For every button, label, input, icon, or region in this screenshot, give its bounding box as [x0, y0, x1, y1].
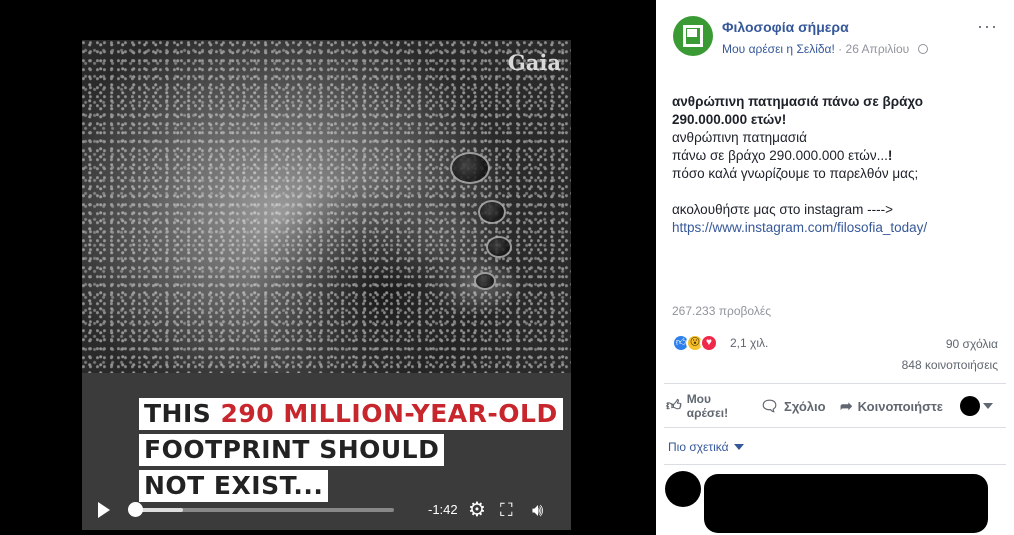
logo-icon-inner — [687, 29, 697, 37]
caption-line-2: FOOTPRINT SHOULD — [139, 434, 445, 466]
like-page-link[interactable]: Μου αρέσει η Σελίδα! — [722, 42, 835, 56]
commenter-avatar — [665, 471, 701, 507]
post-panel: Φιλοσοφία σήμερα Μου αρέσει η Σελίδα! · … — [656, 0, 1014, 535]
instagram-link[interactable]: https://www.instagram.com/filosofia_toda… — [672, 219, 1002, 237]
speech-bubble-icon: 🗨︎ — [760, 398, 780, 415]
divider — [664, 427, 1006, 428]
post-meta: Μου αρέσει η Σελίδα! · 26 Απριλίου — [722, 42, 928, 56]
more-options-icon[interactable]: ··· — [977, 16, 998, 37]
share-arrow-icon: ➦ — [840, 398, 853, 415]
post-body-line-1: ανθρώπινη πατημασιά — [672, 130, 807, 145]
sort-comments-dropdown[interactable]: Πιο σχετικά — [668, 440, 744, 454]
video-player[interactable]: Gaia THIS 290 MILLION-YEAR-OLD FOOTPRINT… — [82, 40, 571, 530]
fullscreen-icon[interactable]: ⛶ — [500, 500, 513, 520]
footprint-toe — [478, 200, 506, 224]
post-date[interactable]: 26 Απριλίου — [846, 42, 910, 56]
like-button[interactable]: 👍︎ Μου αρέσει! — [666, 392, 737, 420]
comment-input[interactable] — [704, 474, 988, 533]
progress-knob[interactable] — [128, 502, 143, 517]
post-title-line-2: 290.000.000 ετών! — [672, 112, 787, 127]
footprint-toe — [486, 236, 512, 258]
profile-avatar — [960, 396, 980, 416]
meta-separator: · — [838, 42, 846, 56]
gear-icon[interactable]: ⚙ — [468, 500, 486, 520]
globe-icon — [917, 44, 928, 54]
page-avatar[interactable] — [673, 16, 713, 56]
watermark-logo: Gaia — [507, 50, 561, 75]
post-title-line-1: ανθρώπινη πατημασιά πάνω σε βράχο — [672, 94, 923, 109]
thumbs-up-icon: 👍︎ — [666, 397, 682, 414]
caption-line-1: THIS 290 MILLION-YEAR-OLD — [139, 398, 563, 430]
love-reaction-icon: ♥ — [700, 334, 718, 352]
comment-button[interactable]: 🗨︎ Σχόλιο — [760, 392, 826, 420]
page-name[interactable]: Φιλοσοφία σήμερα — [722, 19, 849, 35]
post-body-line-3: πόσο καλά γνωρίζουμε το παρελθόν μας; — [672, 166, 919, 181]
post-body-spacer — [672, 183, 1002, 201]
reactions-count: 2,1 χιλ. — [730, 336, 769, 350]
view-count: 267.233 προβολές — [672, 304, 771, 318]
shares-count[interactable]: 848 κοινοποιήσεις — [902, 358, 998, 372]
post-body-line-4: ακολουθήστε μας στο instagram ----> — [672, 202, 893, 217]
play-icon[interactable] — [98, 502, 110, 518]
comments-count[interactable]: 90 σχόλια — [946, 337, 998, 351]
comment-label: Σχόλιο — [784, 398, 826, 414]
chevron-down-icon — [733, 444, 744, 450]
volume-icon[interactable]: 🔊︎ — [532, 500, 543, 520]
post-body-line-2: πάνω σε βράχο 290.000.000 ετών...! — [672, 148, 893, 163]
divider — [664, 383, 1006, 384]
like-label: Μου αρέσει! — [686, 392, 729, 420]
post-text: ανθρώπινη πατημασιά πάνω σε βράχο 290.00… — [672, 93, 1002, 237]
chevron-down-icon — [983, 403, 993, 409]
sort-label: Πιο σχετικά — [668, 440, 729, 454]
share-label: Κοινοποιήστε — [857, 398, 943, 414]
divider — [664, 464, 1006, 465]
time-remaining: -1:42 — [428, 502, 458, 517]
share-button[interactable]: ➦ Κοινοποιήστε — [840, 392, 943, 420]
progress-track[interactable] — [130, 508, 394, 512]
video-controls: -1:42 ⚙ ⛶ 🔊︎ — [82, 490, 571, 530]
footprint-toe — [474, 272, 496, 290]
footprint-toe — [450, 152, 490, 184]
video-theater: Gaia THIS 290 MILLION-YEAR-OLD FOOTPRINT… — [0, 0, 656, 535]
profile-selector[interactable] — [960, 392, 993, 420]
